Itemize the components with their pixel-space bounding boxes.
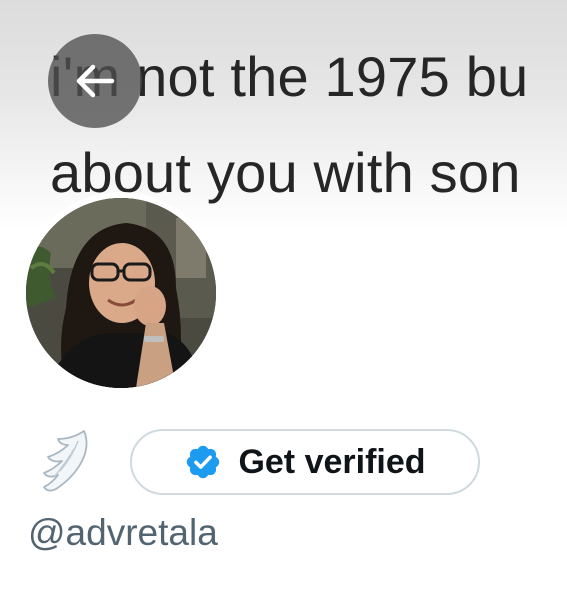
wing-icon [38,427,94,495]
back-button[interactable] [48,34,142,128]
avatar-image [26,198,216,388]
get-verified-label: Get verified [238,442,426,481]
profile-page: i'm not the 1975 bu about you with son G… [0,0,567,602]
user-handle: @advretala [28,512,218,553]
arrow-left-icon [76,64,115,98]
avatar[interactable] [20,192,222,394]
verified-badge-icon [187,445,220,479]
avatar-photo [26,198,216,388]
get-verified-button[interactable]: Get verified [130,429,480,495]
